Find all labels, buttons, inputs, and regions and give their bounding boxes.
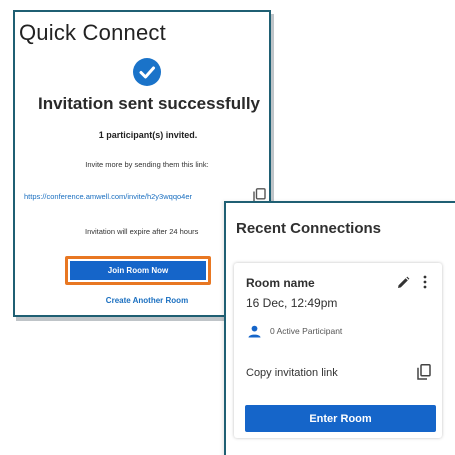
expiry-note: Invitation will expire after 24 hours	[85, 227, 199, 236]
invite-more-text: Invite more by sending them this link:	[85, 160, 209, 169]
more-vertical-icon[interactable]	[422, 275, 428, 289]
copy-icon[interactable]	[417, 364, 431, 380]
quick-connect-title: Quick Connect	[19, 20, 166, 45]
person-icon	[248, 325, 261, 338]
invitation-link[interactable]: https://conference.amwell.com/invite/h2y…	[24, 192, 192, 201]
enter-room-button[interactable]: Enter Room	[245, 405, 436, 432]
copy-invitation-link-label[interactable]: Copy invitation link	[246, 367, 338, 379]
invited-count: 1 participant(s) invited.	[98, 130, 198, 140]
join-room-now-button[interactable]: Join Room Now	[70, 261, 206, 280]
recent-connection-card: Room name 16 Dec, 12:49pm 0 Active Parti…	[234, 263, 442, 438]
recent-connections-title: Recent Connections	[236, 220, 382, 237]
recent-connections-panel: Recent Connections Room name 16 Dec, 12:…	[224, 201, 455, 455]
pencil-icon[interactable]	[396, 276, 410, 290]
success-heading: Invitation sent successfully	[37, 94, 260, 113]
check-circle-icon	[133, 58, 161, 86]
join-room-highlight: Join Room Now	[65, 256, 211, 285]
active-participants: 0 Active Participant	[270, 326, 343, 336]
room-name: Room name	[246, 276, 315, 290]
room-date: 16 Dec, 12:49pm	[246, 296, 338, 310]
